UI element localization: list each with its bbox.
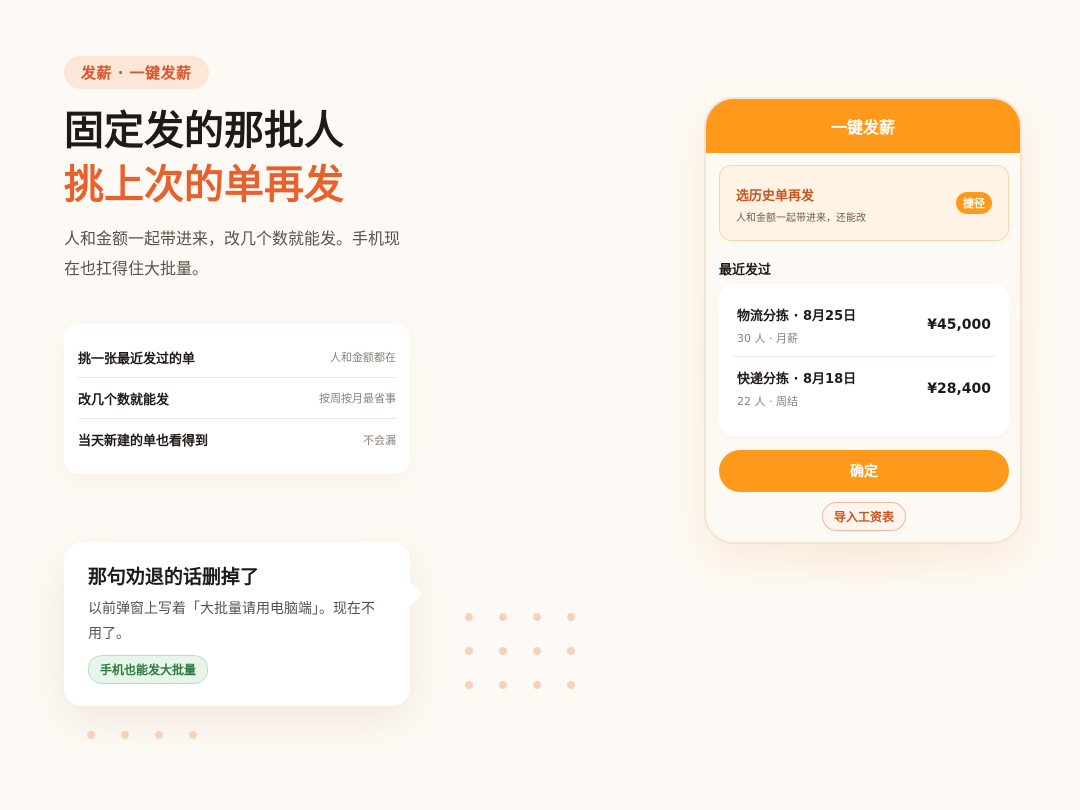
dot — [465, 647, 473, 655]
recent-name: 物流分拣 · 8月25日 — [737, 308, 857, 324]
hero-description: 人和金额一起带进来，改几个数就能发。手机现在也扛得住大批量。 — [64, 229, 401, 278]
history-title: 选历史单再发 — [736, 189, 815, 204]
phone-header-title: 一键发薪 — [706, 99, 1020, 153]
recent-name: 快递分拣 · 8月18日 — [737, 372, 857, 387]
recent-amount: ¥28,400 — [927, 380, 991, 397]
dot — [499, 613, 507, 621]
dot-grid-decoration — [465, 613, 579, 689]
headline: 固定发的那批人 挑上次的单再发 — [64, 104, 344, 212]
recent-item[interactable]: 快递分拣 · 8月18日 22 人 · 周结 ¥28,400 — [733, 357, 995, 420]
dot — [465, 681, 473, 689]
feature-title: 挑一张最近发过的单 — [78, 351, 196, 367]
bubble-tag: 手机也能发大批量 — [88, 655, 209, 684]
feature-row: 当天新建的单也看得到 不会漏 — [78, 419, 396, 460]
bubble-text: 以前弹窗上写着「大批量请用电脑端」。现在不用了。 — [88, 601, 375, 642]
dot — [567, 681, 575, 689]
recent-list: 物流分拣 · 8月25日 30 人 · 月薪 ¥45,000 快递分拣 · 8月… — [719, 284, 1009, 436]
section-badge: 发薪 · 一键发薪 — [64, 56, 209, 89]
recent-amount: ¥45,000 — [927, 317, 991, 333]
recent-meta: 22 人 · 周结 — [737, 395, 798, 408]
headline-line-1: 固定发的那批人 — [64, 107, 344, 154]
headline-line-2: 挑上次的单再发 — [64, 161, 344, 208]
confirm-button[interactable]: 确定 — [719, 450, 1009, 492]
dot — [465, 613, 473, 621]
dot-row-decoration — [87, 731, 201, 739]
phone-mockup: 一键发薪 选历史单再发 人和金额一起带进来，还能改 捷径 最近发过 物流分拣 ·… — [704, 97, 1022, 544]
dot — [533, 647, 541, 655]
import-payroll-button[interactable]: 导入工资表 — [822, 502, 907, 531]
feature-note: 不会漏 — [363, 433, 396, 447]
shortcut-badge[interactable]: 捷径 — [956, 192, 992, 214]
history-subtitle: 人和金额一起带进来，还能改 — [736, 213, 866, 224]
dot — [499, 647, 507, 655]
speech-bubble: 那句劝退的话删掉了 以前弹窗上写着「大批量请用电脑端」。现在不用了。 手机也能发… — [64, 542, 422, 706]
dot — [533, 613, 541, 621]
feature-row: 挑一张最近发过的单 人和金额都在 — [78, 337, 396, 378]
dot — [499, 681, 507, 689]
bubble-title: 那句劝退的话删掉了 — [88, 566, 260, 588]
dot — [87, 731, 95, 739]
feature-row: 改几个数就能发 按周按月最省事 — [78, 378, 396, 419]
recent-label: 最近发过 — [719, 263, 772, 278]
recent-item[interactable]: 物流分拣 · 8月25日 30 人 · 月薪 ¥45,000 — [733, 294, 995, 357]
dot — [567, 647, 575, 655]
dot — [189, 731, 197, 739]
feature-title: 当天新建的单也看得到 — [78, 434, 209, 449]
feature-note: 按周按月最省事 — [319, 392, 396, 405]
dot — [121, 731, 129, 739]
history-reissue-card[interactable]: 选历史单再发 人和金额一起带进来，还能改 捷径 — [719, 165, 1009, 241]
dot — [567, 613, 575, 621]
dot — [533, 681, 541, 689]
feature-title: 改几个数就能发 — [78, 392, 170, 408]
feature-note: 人和金额都在 — [330, 351, 396, 364]
feature-list: 挑一张最近发过的单 人和金额都在 改几个数就能发 按周按月最省事 当天新建的单也… — [64, 324, 410, 474]
dot — [155, 731, 163, 739]
recent-meta: 30 人 · 月薪 — [737, 331, 798, 345]
